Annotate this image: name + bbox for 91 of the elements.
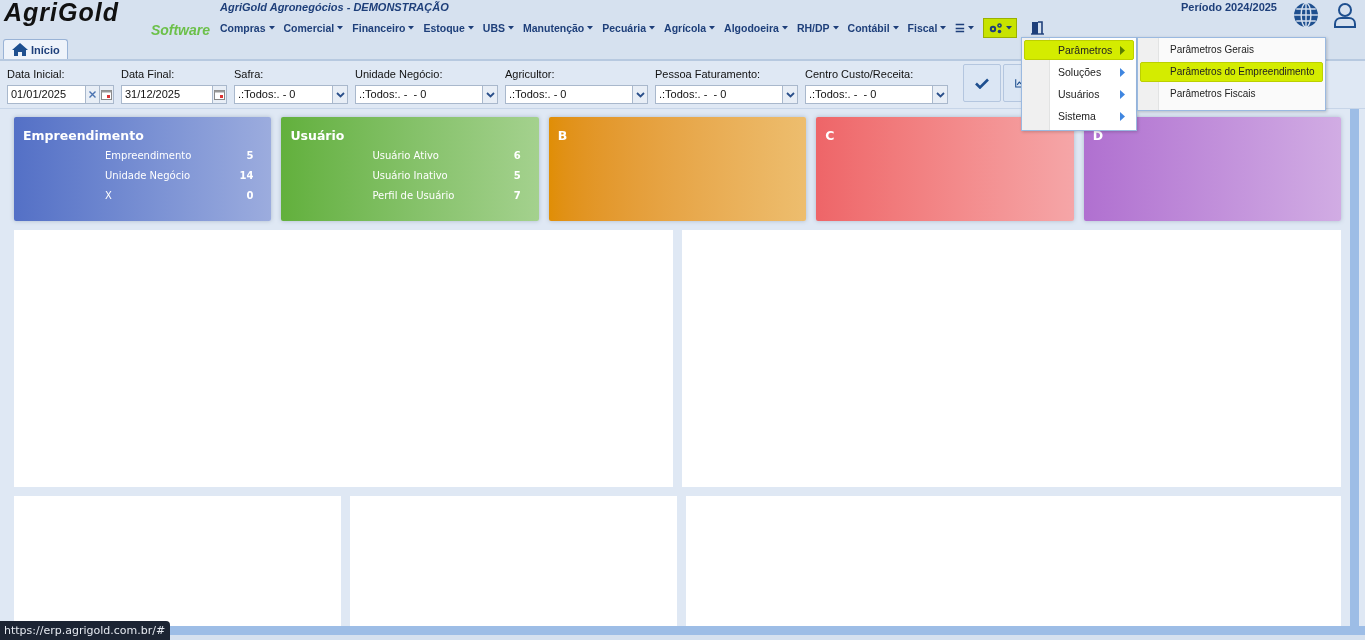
caret-icon [467, 26, 474, 30]
clear-icon[interactable] [89, 91, 96, 98]
field-label: Unidade Negócio: [355, 68, 444, 82]
stat-value: 14 [239, 170, 254, 183]
caret-icon [508, 26, 514, 30]
card-title: D [1092, 128, 1104, 143]
menu-item[interactable]: Manutenção [523, 19, 594, 37]
card-title: B [557, 128, 569, 143]
user-icon[interactable] [1333, 2, 1357, 28]
calendar-icon[interactable] [101, 89, 112, 100]
menu-item[interactable]: ☰ [955, 19, 975, 37]
field-label: Agricultor: [505, 68, 556, 82]
stat-value: 7 [513, 190, 521, 203]
dropdown-field[interactable]: .:Todos:. - 0 [234, 85, 348, 104]
date-field[interactable]: 31/12/2025 [121, 85, 213, 104]
stat-value: 5 [246, 150, 254, 163]
menu-item[interactable]: Parâmetros do Empreendimento [1140, 62, 1323, 82]
menu-item[interactable]: RH/DP [796, 19, 839, 37]
chevron-down-icon [485, 91, 495, 98]
menu-item[interactable]: Sistema [1024, 106, 1134, 126]
stat-label: Empreendimento [105, 150, 192, 163]
caret-icon [832, 26, 839, 30]
chevron-down-icon [635, 91, 645, 98]
menu-item[interactable]: Compras [220, 19, 275, 37]
scrollbar[interactable] [1350, 109, 1359, 629]
tab[interactable]: Início [3, 39, 68, 59]
confirm-button[interactable] [963, 64, 1001, 102]
menu-item[interactable]: Contábil [847, 19, 899, 37]
stat-label: X [105, 190, 112, 203]
check-icon [975, 77, 989, 89]
stat-label: Perfil de Usuário [372, 190, 455, 203]
menu-item[interactable]: Soluções [1024, 62, 1134, 82]
field-label: Data Final: [121, 68, 176, 82]
menu-item[interactable]: UBS [482, 19, 514, 37]
caret-icon [709, 26, 716, 30]
caret-icon [337, 26, 344, 30]
menu-item[interactable]: Usuários [1024, 84, 1134, 104]
caret-icon [1006, 26, 1013, 30]
stat-value: 6 [513, 150, 521, 163]
stat-label: Unidade Negócio [105, 170, 191, 183]
door-icon [1031, 21, 1045, 35]
menu-item[interactable]: Pecuária [602, 19, 656, 37]
card-title: C [825, 128, 836, 143]
dropdown-field[interactable]: .:Todos:. - - 0 [805, 85, 948, 104]
menu-item[interactable]: Financeiro [352, 19, 415, 37]
field-label: Pessoa Faturamento: [655, 68, 762, 82]
url-tooltip: https://erp.agrigold.com.br/# [0, 621, 171, 640]
caret-icon [649, 26, 656, 30]
caret-icon [781, 26, 788, 30]
period-label: Período 2024/2025 [1181, 1, 1277, 13]
chevron-down-icon [935, 91, 945, 98]
dropdown-field[interactable]: .:Todos:. - 0 [505, 85, 648, 104]
field-label: Data Inicial: [7, 68, 66, 82]
field-label: Safra: [234, 68, 265, 82]
menu-item[interactable]: Comercial [283, 19, 344, 37]
date-field[interactable]: 01/01/2025 [7, 85, 86, 104]
caret-icon [940, 26, 947, 30]
menu-item[interactable]: Parâmetros [1024, 40, 1134, 60]
chevron-down-icon [335, 91, 345, 98]
card-title: Empreendimento [23, 128, 145, 143]
stat-label: Usuário Ativo [372, 150, 439, 163]
logo-text: AgriGold [4, 0, 119, 24]
menu-item[interactable]: Fiscal [907, 19, 947, 37]
submenu-arrow-icon [1120, 67, 1125, 77]
menu-item[interactable]: Parâmetros Fiscais [1140, 84, 1323, 104]
menu-item[interactable]: Parâmetros Gerais [1140, 40, 1323, 60]
dropdown-field[interactable]: .:Todos:. - - 0 [655, 85, 798, 104]
chevron-down-icon [785, 91, 795, 98]
menu-item[interactable]: Algodoeira [724, 19, 788, 37]
stat-value: 0 [246, 190, 254, 203]
caret-icon [268, 26, 275, 30]
calendar-icon[interactable] [214, 89, 225, 100]
caret-icon [408, 26, 415, 30]
submenu-arrow-icon [1120, 89, 1125, 99]
dropdown-field[interactable]: .:Todos:. - - 0 [355, 85, 498, 104]
globe-icon[interactable] [1293, 2, 1319, 28]
caret-icon [587, 26, 594, 30]
home-icon [12, 43, 28, 56]
menu-item[interactable]: Agrícola [664, 19, 716, 37]
menu-item[interactable]: Estoque [423, 19, 474, 37]
company-title: AgriGold Agronegócios - DEMONSTRAÇÃO [220, 1, 450, 13]
caret-icon [892, 26, 899, 30]
field-label: Centro Custo/Receita: [805, 68, 915, 82]
settings-menu-button[interactable] [983, 18, 1018, 38]
submenu-arrow-icon [1120, 45, 1125, 55]
caret-icon [968, 26, 975, 30]
submenu-arrow-icon [1120, 111, 1125, 121]
card-title: Usuário [290, 128, 346, 143]
logo-subtitle: Software [150, 24, 210, 37]
stat-value: 5 [513, 170, 521, 183]
stat-label: Usuário Inativo [372, 170, 448, 183]
